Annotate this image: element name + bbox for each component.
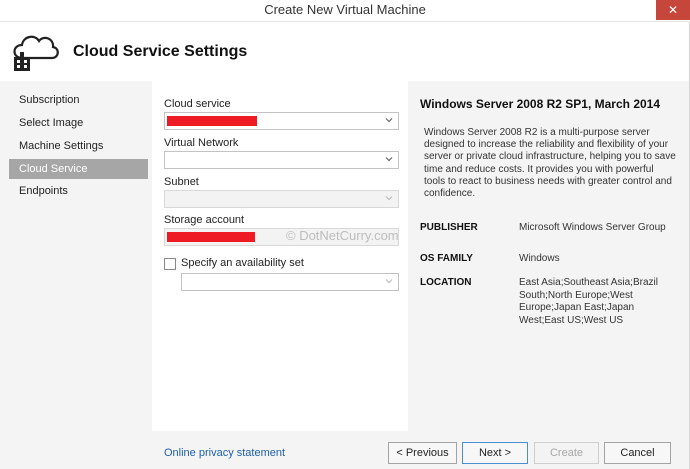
next-button[interactable]: Next >: [462, 442, 528, 464]
cancel-button[interactable]: Cancel: [604, 442, 671, 464]
nav-item-select-image[interactable]: Select Image: [9, 113, 148, 133]
availability-set-label: Specify an availability set: [181, 257, 304, 269]
cloud-service-label: Cloud service: [164, 98, 231, 110]
virtual-network-select[interactable]: [164, 151, 399, 169]
image-title: Windows Server 2008 R2 SP1, March 2014: [420, 97, 661, 111]
virtual-network-label: Virtual Network: [164, 137, 239, 149]
nav-item-endpoints[interactable]: Endpoints: [9, 181, 148, 201]
os-family-value: Windows: [519, 253, 560, 264]
cloud-service-icon: [13, 35, 59, 71]
location-value: East Asia;Southeast Asia;Brazil South;No…: [519, 277, 658, 326]
chevron-down-icon: [385, 196, 393, 201]
os-family-label: OS FAMILY: [420, 253, 473, 264]
chevron-down-icon: [385, 279, 393, 284]
publisher-value: Microsoft Windows Server Group: [519, 222, 666, 233]
availability-set-select[interactable]: [181, 273, 399, 291]
window-title-bar: Create New Virtual Machine ✕: [0, 0, 690, 22]
settings-form: Cloud service Virtual Network Subnet Sto…: [152, 81, 408, 469]
image-details-panel: Windows Server 2008 R2 SP1, March 2014 W…: [408, 81, 690, 431]
close-icon[interactable]: ✕: [656, 0, 690, 20]
wizard-header: Cloud Service Settings: [0, 22, 690, 80]
page-title: Cloud Service Settings: [73, 43, 248, 60]
publisher-label: PUBLISHER: [420, 222, 478, 233]
create-button[interactable]: Create: [534, 442, 599, 464]
storage-account-label: Storage account: [164, 214, 245, 226]
chevron-down-icon: [385, 157, 393, 162]
subnet-label: Subnet: [164, 176, 199, 188]
privacy-link[interactable]: Online privacy statement: [164, 447, 285, 459]
availability-set-checkbox[interactable]: [164, 258, 176, 270]
window-title: Create New Virtual Machine: [264, 2, 426, 17]
image-description: Windows Server 2008 R2 is a multi-purpos…: [424, 127, 676, 200]
wizard-footer: Online privacy statement < Previous Next…: [152, 431, 690, 469]
chevron-down-icon: [385, 118, 393, 123]
subnet-select[interactable]: [164, 190, 399, 208]
location-label: LOCATION: [420, 277, 472, 288]
nav-item-subscription[interactable]: Subscription: [9, 90, 148, 110]
watermark-text: © DotNetCurry.com: [286, 228, 399, 243]
nav-item-machine-settings[interactable]: Machine Settings: [9, 136, 148, 156]
cloud-service-select[interactable]: [164, 112, 399, 130]
redaction-mark: [167, 232, 255, 242]
wizard-steps-nav: Subscription Select Image Machine Settin…: [0, 81, 152, 469]
redaction-mark: [167, 116, 257, 126]
previous-button[interactable]: < Previous: [388, 442, 457, 464]
nav-item-cloud-service[interactable]: Cloud Service: [9, 159, 148, 179]
